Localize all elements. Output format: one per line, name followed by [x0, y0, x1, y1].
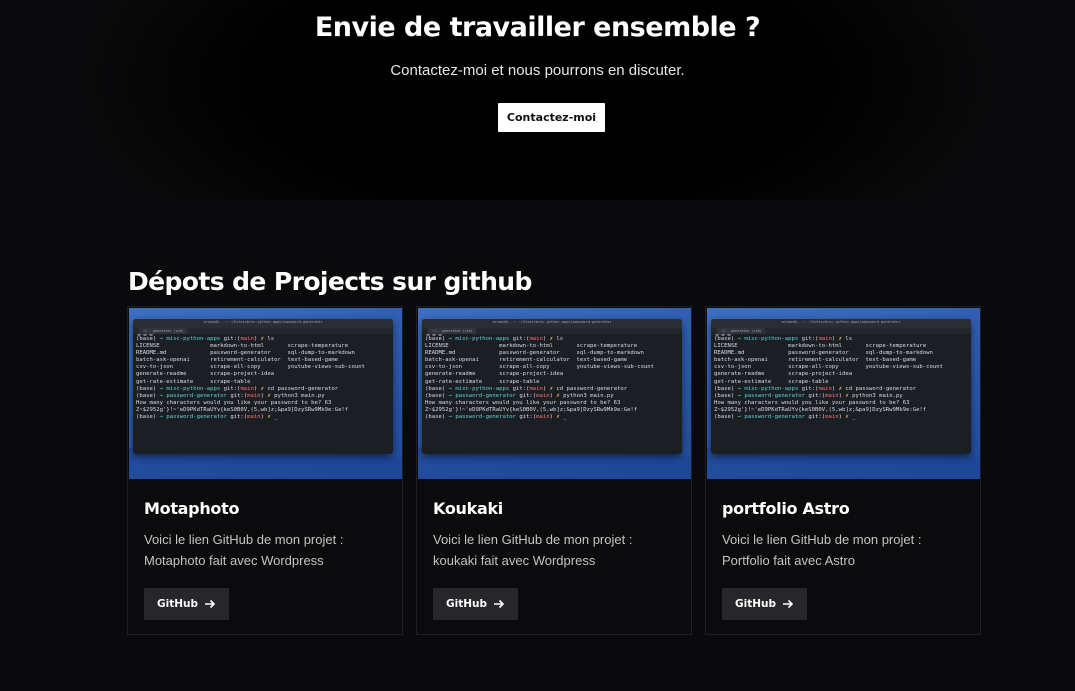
terminal-output: (base) → misc-python-apps git:(main) ✗ l… — [425, 336, 655, 421]
github-button[interactable]: GitHub — [722, 588, 807, 620]
project-description: Voici le lien GitHub de mon projet : Mota… — [144, 532, 344, 568]
project-card: arnaud@...: ~/Sites/misc-python-apps/pas… — [416, 306, 692, 635]
project-screenshot: arnaud@...: ~/Sites/misc-python-apps/pas… — [418, 308, 691, 479]
github-button-label: GitHub — [445, 598, 487, 610]
arrow-right-icon — [782, 599, 794, 609]
contact-button[interactable]: Contactez-moi — [498, 103, 605, 132]
contact-title: Envie de travailler ensemble ? — [314, 12, 761, 43]
project-description: Voici le lien GitHub de mon projet : Port… — [722, 532, 922, 568]
project-title: portfolio Astro — [722, 499, 850, 518]
project-screenshot: arnaud@...: ~/Sites/misc-python-apps/pas… — [129, 308, 402, 479]
projects-section-title: Dépots de Projects sur github — [128, 267, 532, 296]
terminal-window: arnaud@...: ~/Sites/misc-python-apps/pas… — [422, 319, 682, 454]
project-card: arnaud@...: ~/Sites/misc-python-apps/pas… — [705, 306, 981, 635]
project-card: arnaud@...: ~/Sites/misc-python-apps/pas… — [127, 306, 403, 635]
terminal-window: arnaud@...: ~/Sites/misc-python-apps/pas… — [133, 319, 393, 454]
github-button[interactable]: GitHub — [433, 588, 518, 620]
project-description: Voici le lien GitHub de mon projet : kouk… — [433, 532, 633, 568]
github-button[interactable]: GitHub — [144, 588, 229, 620]
terminal-output: (base) → misc-python-apps git:(main) ✗ l… — [714, 336, 944, 421]
project-title: Koukaki — [433, 499, 503, 518]
terminal-output: (base) → misc-python-apps git:(main) ✗ l… — [136, 336, 366, 421]
contact-subtitle: Contactez-moi et nous pourrons en discut… — [390, 62, 685, 79]
contact-section: Envie de travailler ensemble ? Contactez… — [0, 0, 1075, 200]
terminal-window: arnaud@...: ~/Sites/misc-python-apps/pas… — [711, 319, 971, 454]
github-button-label: GitHub — [734, 598, 776, 610]
project-title: Motaphoto — [144, 499, 240, 518]
project-screenshot: arnaud@...: ~/Sites/misc-python-apps/pas… — [707, 308, 980, 479]
arrow-right-icon — [204, 599, 216, 609]
github-button-label: GitHub — [156, 598, 198, 610]
arrow-right-icon — [493, 599, 505, 609]
